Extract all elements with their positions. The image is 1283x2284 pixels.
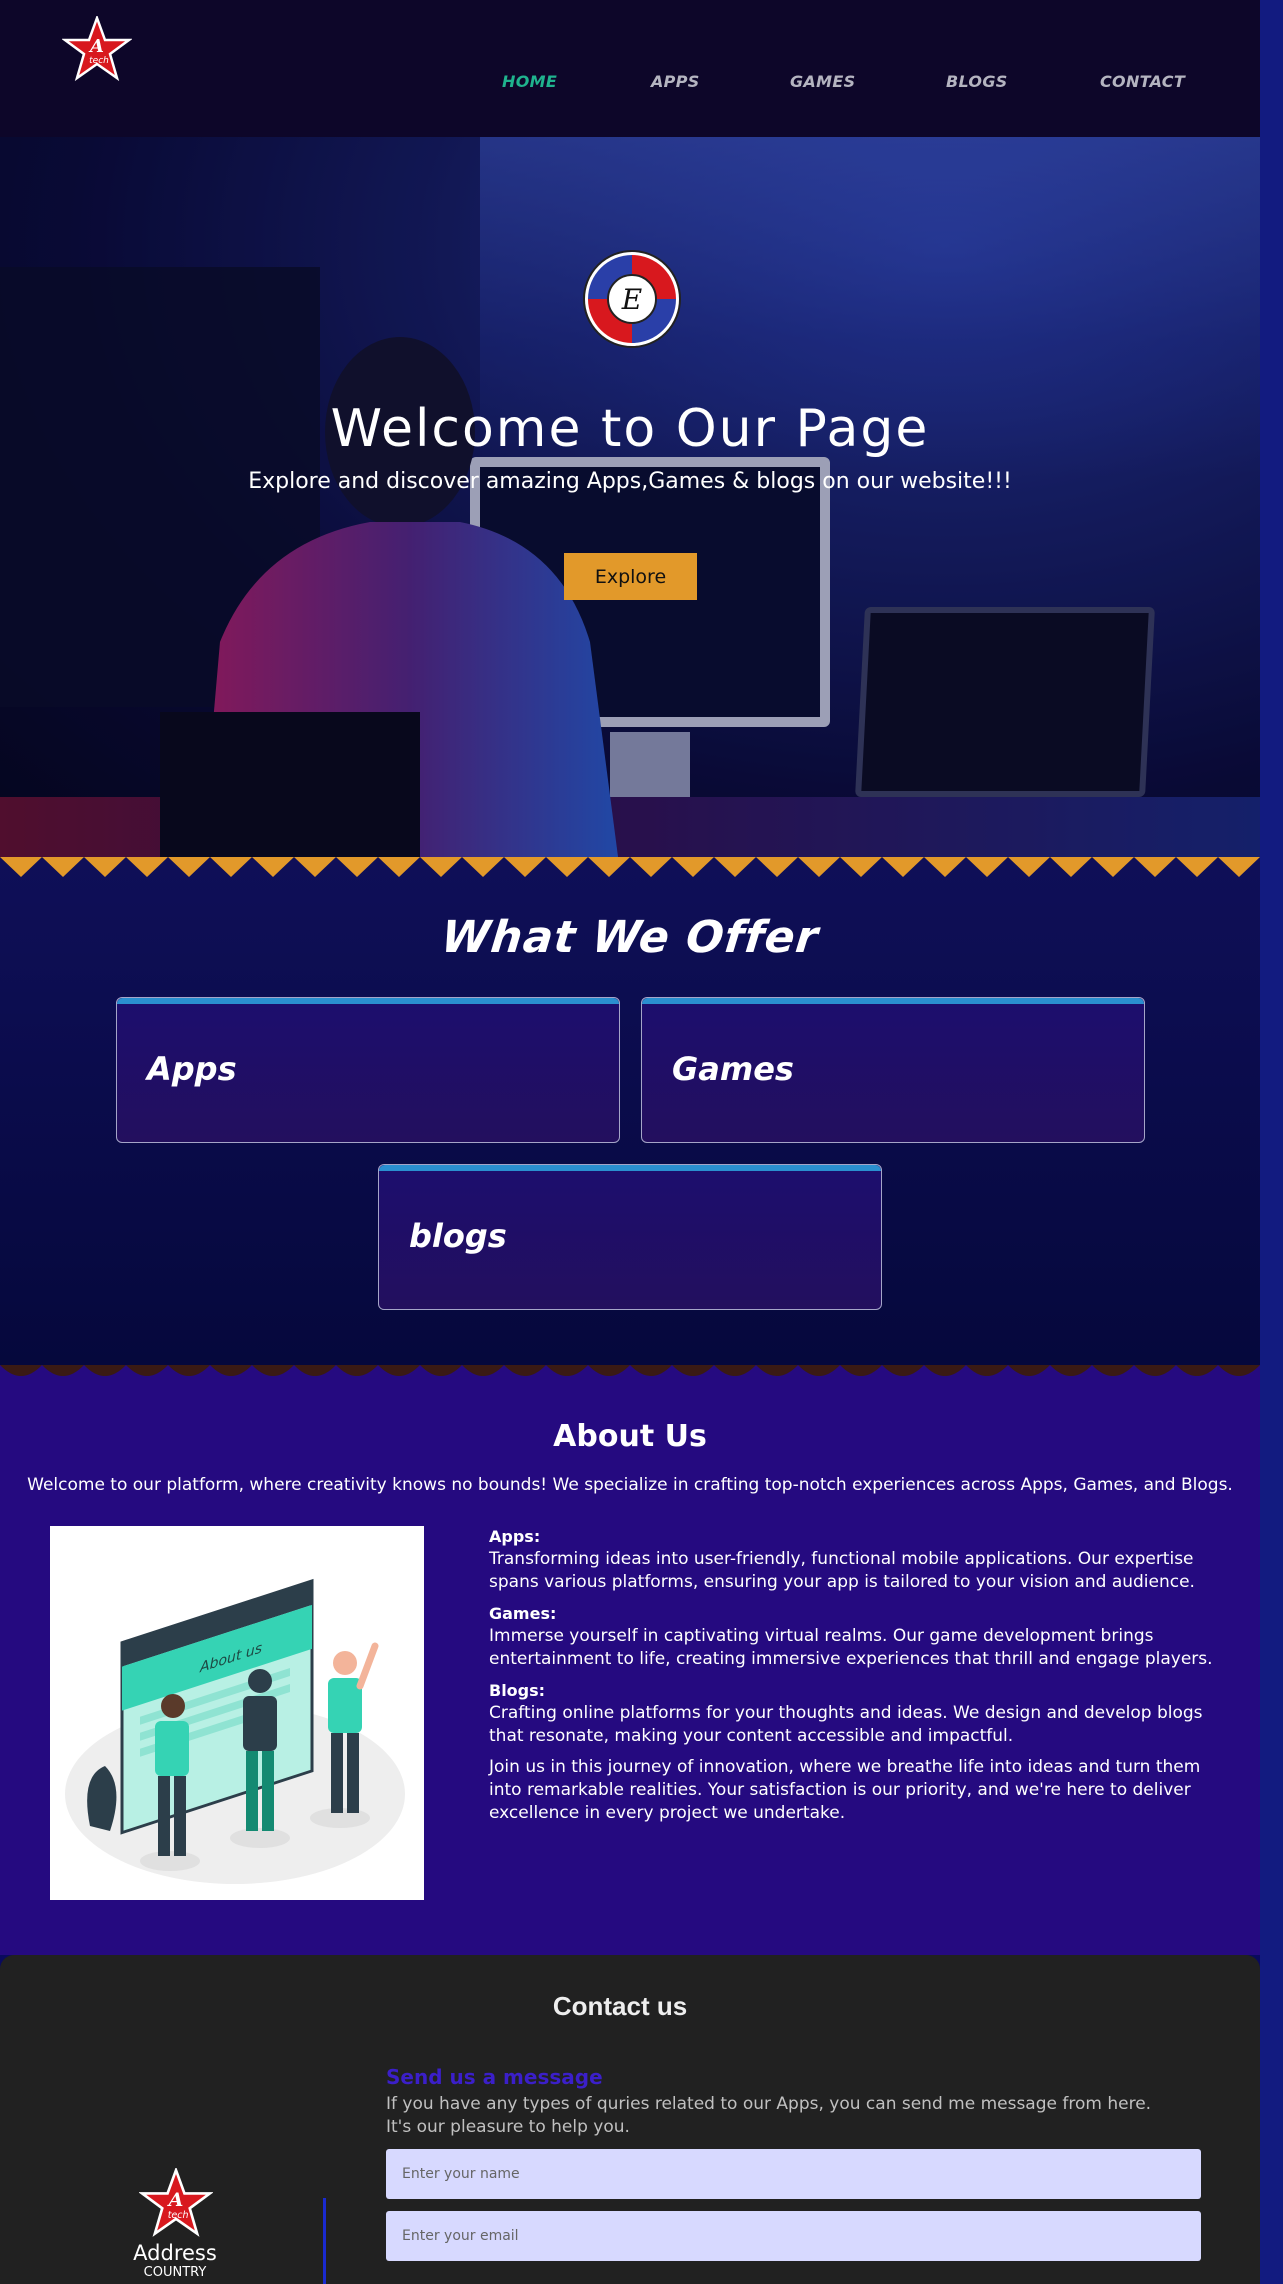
country-label: COUNTRY [143,2265,207,2280]
page-scrollbar[interactable] [1260,0,1283,2284]
star-logo-icon: A tech [139,2168,213,2237]
offer-section: What We Offer Apps Games blogs [0,857,1260,1365]
hero-section: E Welcome to Our Page Explore and discov… [0,137,1260,857]
contact-section: Contact us A tech Address COUNTRY Send u… [0,1955,1260,2284]
contact-divider [323,2198,326,2284]
offer-title: What We Offer [438,912,822,963]
explore-button[interactable]: Explore [564,553,697,600]
about-section: About Us Welcome to our platform, where … [0,1365,1260,1955]
about-closing: Join us in this journey of innovation, w… [489,1757,1201,1823]
email-input[interactable] [386,2211,1201,2261]
about-games: Games: Immerse yourself in captivating vi… [489,1602,1219,1671]
nav-games[interactable]: GAMES [790,72,855,91]
hero-subtitle: Explore and discover amazing Apps,Games … [248,469,1012,494]
offer-card-blogs[interactable]: blogs [378,1164,882,1310]
about-games-heading: Games: [489,1604,557,1623]
about-apps-heading: Apps: [489,1527,541,1546]
main-nav: HOME APPS GAMES BLOGS CONTACT [0,72,1260,96]
contact-title: Contact us [552,1991,688,2021]
about-intro: Welcome to our platform, where creativit… [27,1475,1233,1495]
address-label: Address [133,2241,217,2265]
svg-text:tech: tech [89,56,109,66]
svg-text:tech: tech [168,2210,189,2221]
scallop-divider [0,1365,1260,1376]
svg-text:A: A [88,36,104,57]
contact-description: If you have any types of quries related … [386,2094,1152,2137]
svg-text:A: A [167,2189,184,2211]
send-message-heading: Send us a message [386,2065,603,2089]
nav-contact[interactable]: CONTACT [1100,72,1185,91]
nav-blogs[interactable]: BLOGS [946,72,1008,91]
name-input[interactable] [386,2149,1201,2199]
nav-home[interactable]: HOME [502,72,557,91]
about-text: Apps: Transforming ideas into user-friend… [489,1525,1219,1833]
hero-emblem-icon: E [583,250,681,348]
hero-title: Welcome to Our Page [330,399,930,459]
about-games-body: Immerse yourself in captivating virtual … [489,1626,1213,1669]
about-apps-body: Transforming ideas into user-friendly, f… [489,1549,1195,1592]
offer-card-label: Apps [147,1050,237,1088]
about-blogs-body: Crafting online platforms for your thoug… [489,1703,1203,1746]
zigzag-divider [0,857,1260,877]
nav-apps[interactable]: APPS [651,72,700,91]
about-apps: Apps: Transforming ideas into user-friend… [489,1525,1219,1594]
about-title: About Us [553,1419,707,1454]
about-blogs: Blogs: Crafting online platforms for your… [489,1679,1219,1748]
svg-text:E: E [621,283,642,316]
about-blogs-heading: Blogs: [489,1681,546,1700]
offer-card-label: Games [672,1050,794,1088]
offer-card-label: blogs [409,1217,507,1255]
site-header: A tech HOME APPS GAMES BLOGS CONTACT [0,0,1260,137]
offer-card-apps[interactable]: Apps [116,997,620,1143]
offer-card-games[interactable]: Games [641,997,1145,1143]
hero-overlay [0,137,1260,857]
about-illustration: About us [50,1526,424,1900]
